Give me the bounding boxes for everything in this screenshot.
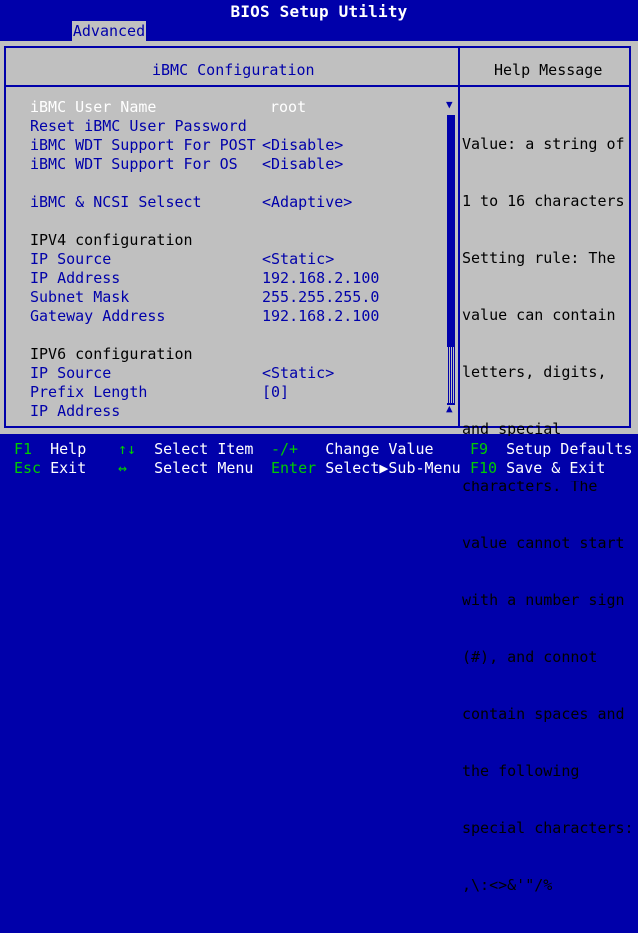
setting-value-ipv6-source[interactable]: <Static> <box>262 364 334 382</box>
help-line: the following <box>462 762 580 780</box>
main-panel: iBMC Configuration Help Message iBMC Use… <box>0 41 638 894</box>
setting-value-prefix-length[interactable]: [0] <box>262 383 289 401</box>
setting-label-ibmc-user-name[interactable]: iBMC User Name <box>30 98 156 116</box>
help-title: Help Message <box>494 61 603 79</box>
page-title: iBMC Configuration <box>152 61 315 79</box>
footer-key-enter: Enter Select▶Sub-Menu <box>271 459 461 477</box>
footer-key-select-item: ↑↓ Select Item <box>118 440 254 458</box>
footer-key-select-menu: ↔ Select Menu <box>118 459 254 477</box>
help-line: 1 to 16 characters <box>462 192 625 210</box>
help-line: contain spaces and <box>462 705 625 723</box>
divider-horizontal <box>6 85 631 87</box>
footer-keys: F1 Help Esc Exit ↑↓ Select Item ↔ Select… <box>0 436 638 481</box>
divider-vertical <box>458 47 460 427</box>
help-message: Value: a string of 1 to 16 characters Se… <box>462 97 634 933</box>
setting-label-prefix-length[interactable]: Prefix Length <box>30 383 147 401</box>
footer-key-exit: Esc Exit <box>14 459 87 477</box>
setting-value-ibmc-user-name[interactable]: root <box>270 98 306 116</box>
triangle-down-icon[interactable]: ▼ <box>446 98 453 111</box>
help-line: ,\:<>&'"/% <box>462 876 553 894</box>
section-ipv6: IPV6 configuration <box>30 345 193 363</box>
section-ipv4: IPV4 configuration <box>30 231 193 249</box>
help-line: (#), and connot <box>462 648 598 666</box>
setting-label-ipv6-address[interactable]: IP Address <box>30 402 120 420</box>
setting-value-ncsi[interactable]: <Adaptive> <box>262 193 352 211</box>
help-line: special characters: <box>462 819 634 837</box>
setting-label-ipv4-source[interactable]: IP Source <box>30 250 111 268</box>
bios-title: BIOS Setup Utility <box>230 2 408 21</box>
setting-label-ipv4-address[interactable]: IP Address <box>30 269 120 287</box>
tab-advanced[interactable]: Advanced <box>72 21 146 41</box>
setting-value-ipv4-source[interactable]: <Static> <box>262 250 334 268</box>
help-line: letters, digits, <box>462 363 607 381</box>
setting-label-ncsi[interactable]: iBMC & NCSI Selsect <box>30 193 202 211</box>
setting-label-wdt-post[interactable]: iBMC WDT Support For POST <box>30 136 256 154</box>
help-line: Value: a string of <box>462 135 625 153</box>
footer-key-change-value: -/+ Change Value <box>271 440 434 458</box>
setting-value-ipv4-address[interactable]: 192.168.2.100 <box>262 269 379 287</box>
setting-value-wdt-os[interactable]: <Disable> <box>262 155 343 173</box>
footer-key-defaults: F9 Setup Defaults <box>470 440 633 458</box>
setting-reset-password[interactable]: Reset iBMC User Password <box>30 117 247 135</box>
setting-label-wdt-os[interactable]: iBMC WDT Support For OS <box>30 155 238 173</box>
footer-key-help: F1 Help <box>14 440 87 458</box>
scrollbar-thumb[interactable] <box>447 347 455 403</box>
triangle-up-icon[interactable]: ▲ <box>446 402 453 415</box>
setting-value-gateway[interactable]: 192.168.2.100 <box>262 307 379 325</box>
setting-value-subnet-mask[interactable]: 255.255.255.0 <box>262 288 379 306</box>
setting-label-ipv6-source[interactable]: IP Source <box>30 364 111 382</box>
setting-value-wdt-post[interactable]: <Disable> <box>262 136 343 154</box>
help-line: value can contain <box>462 306 616 324</box>
help-line: Setting rule: The <box>462 249 616 267</box>
setting-label-gateway[interactable]: Gateway Address <box>30 307 165 325</box>
footer-key-save-exit: F10 Save & Exit <box>470 459 606 477</box>
help-line: with a number sign <box>462 591 625 609</box>
setting-label-subnet-mask[interactable]: Subnet Mask <box>30 288 129 306</box>
help-line: value cannot start <box>462 534 625 552</box>
